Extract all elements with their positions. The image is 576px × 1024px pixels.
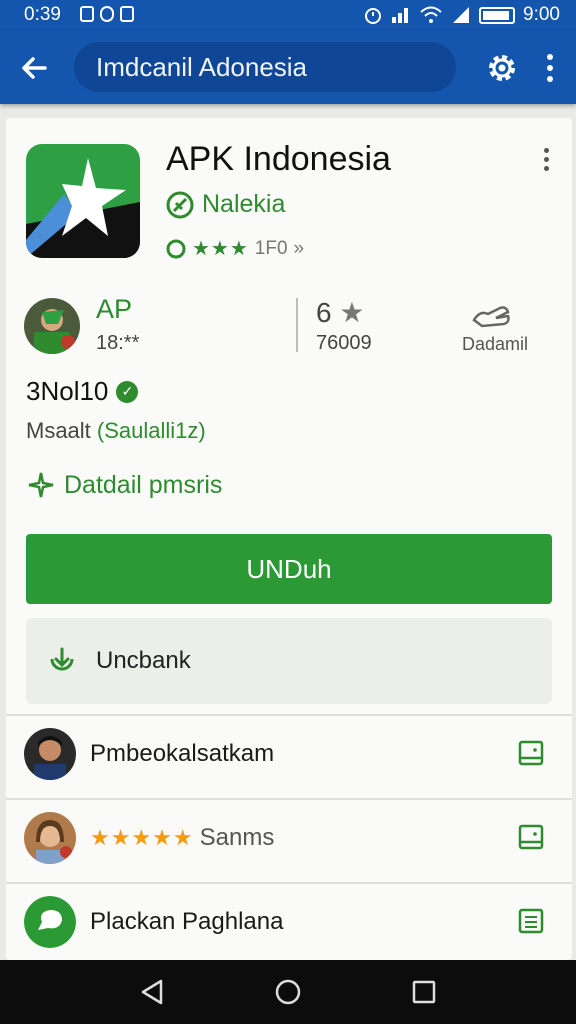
verified-icon: ✓ (116, 380, 139, 403)
rating-row: ★★★ 1F0 » (166, 236, 304, 261)
gear-icon (489, 55, 515, 81)
size-line: Msaalt (Saulalli1z) (26, 418, 206, 444)
review-stars: ★★★★★ (90, 825, 194, 850)
list-item[interactable]: Plackan Paghlana (6, 884, 572, 960)
app-title: APK Indonesia (166, 140, 391, 178)
info-row: AP 18:** 6 ★ 76009 Dadamil (6, 288, 572, 368)
rating-stars: ★★★ (192, 238, 249, 260)
back-button[interactable] (12, 46, 56, 90)
card-overflow-button[interactable] (538, 148, 554, 178)
nav-recents-button[interactable] (406, 974, 442, 1010)
cell-signal-icon (453, 7, 470, 23)
list-item[interactable]: ★★★★★ Sanms (6, 800, 572, 884)
settings-button[interactable] (480, 46, 524, 90)
alarm-icon (365, 8, 382, 24)
download-icon (50, 647, 74, 671)
list-item-label: Plackan Paghlana (90, 908, 284, 935)
developer-link[interactable]: Nalekia (166, 190, 285, 219)
dot (543, 166, 549, 171)
list-item-label: ★★★★★ Sanms (90, 824, 274, 852)
circle-home-icon (275, 979, 301, 1005)
avatar (24, 728, 76, 780)
notification-icon (120, 6, 134, 22)
stat-subtitle: 76009 (316, 332, 372, 354)
hand-icon (472, 306, 510, 328)
dot (547, 76, 553, 82)
info-title: AP (96, 294, 133, 324)
avatar (24, 896, 76, 948)
status-time-right: 9:00 (523, 4, 560, 25)
version-text: 3Nol10 (26, 376, 109, 406)
secondary-download-button[interactable]: Uncbank (26, 618, 552, 704)
system-icons: 9:00 (363, 4, 560, 26)
divider (296, 298, 298, 352)
app-detail-card: APK Indonesia Nalekia ★★★ 1F0 » AP 18:**… (6, 118, 572, 960)
status-bar: 0:39 9:00 (0, 0, 576, 30)
info-subtitle: 18:** (96, 332, 140, 354)
bookmark-icon[interactable] (516, 738, 546, 768)
back-arrow-icon (22, 57, 47, 79)
wifi-icon (420, 6, 442, 23)
stat-label: Dadamil (462, 334, 529, 354)
app-icon (26, 144, 140, 258)
developer-avatar (24, 298, 80, 354)
review-label: Sanms (199, 824, 275, 851)
dot (543, 148, 549, 153)
notification-icon (100, 6, 114, 22)
rating-count: 1F0 (254, 237, 288, 259)
overflow-menu-button[interactable] (536, 46, 564, 90)
bookmark-icon[interactable] (516, 822, 546, 852)
list-item-label: Pmbeokalsatkam (90, 740, 275, 767)
developer-name: Nalekia (202, 190, 286, 218)
signal-icon (392, 8, 409, 23)
triangle-back-icon (141, 979, 163, 1005)
avatar (24, 812, 76, 864)
nav-home-button[interactable] (270, 974, 306, 1010)
rating-suffix: » (293, 237, 305, 259)
size-prefix: Msaalt (26, 418, 91, 443)
size-value: (Saulalli1z) (96, 418, 206, 443)
badge-icon (166, 239, 186, 258)
notification-icons (80, 6, 134, 22)
document-icon[interactable] (516, 906, 546, 936)
secondary-button-label: Uncbank (96, 647, 191, 674)
square-recents-icon (412, 980, 436, 1004)
stat-number: 6 ★ (316, 297, 365, 328)
sparkle-icon (28, 472, 54, 498)
leaf-icon (166, 191, 194, 218)
dot (547, 65, 553, 71)
download-button[interactable]: UNDuh (26, 534, 552, 604)
details-link[interactable]: Datdail pmsris (26, 470, 222, 500)
system-nav-bar (0, 960, 576, 1024)
status-time: 0:39 (24, 4, 61, 25)
dot (543, 157, 549, 162)
dot (547, 54, 553, 60)
version-label: 3Nol10 ✓ (26, 376, 139, 407)
nav-back-button[interactable] (134, 974, 170, 1010)
app-bar: Imdcanil Adonesia (0, 30, 576, 104)
notification-icon (80, 6, 94, 22)
list-item[interactable]: Pmbeokalsatkam (6, 716, 572, 800)
search-field[interactable]: Imdcanil Adonesia (74, 42, 456, 92)
battery-icon (479, 6, 516, 24)
details-link-label: Datdail pmsris (64, 470, 223, 499)
